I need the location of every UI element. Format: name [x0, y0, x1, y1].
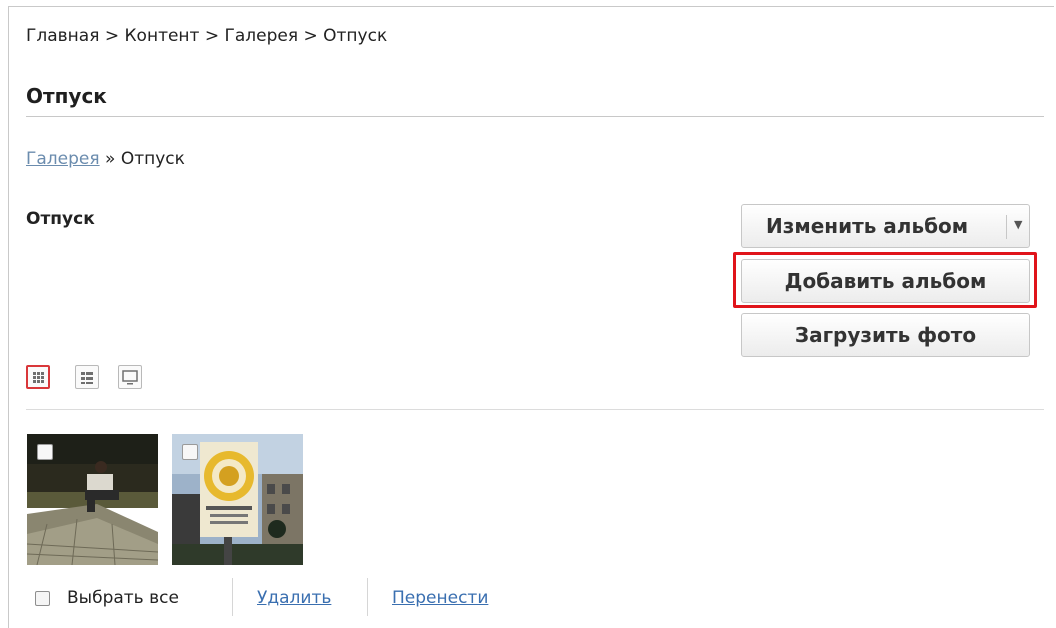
footer-divider: [232, 578, 233, 616]
breadcrumb-link-gallery[interactable]: Галерея: [26, 149, 100, 169]
breadcrumb-current: Отпуск: [120, 149, 185, 169]
grid-view-icon[interactable]: [26, 365, 50, 389]
move-link[interactable]: Перенести: [392, 588, 488, 608]
split-divider: [1006, 215, 1007, 239]
slideshow-view-icon[interactable]: [118, 365, 142, 389]
chevron-down-icon[interactable]: ▼: [1014, 218, 1022, 231]
section-divider: [26, 409, 1044, 410]
album-title: Отпуск: [26, 209, 95, 229]
photo-checkbox[interactable]: [37, 444, 53, 460]
select-all-label[interactable]: Выбрать все: [67, 588, 179, 608]
edit-album-label: Изменить альбом: [766, 214, 969, 238]
select-all-checkbox[interactable]: [35, 591, 50, 606]
add-album-button[interactable]: Добавить альбом: [741, 259, 1030, 303]
upload-photo-button[interactable]: Загрузить фото: [741, 313, 1030, 357]
photo-thumbnail[interactable]: [27, 434, 158, 565]
top-breadcrumb: Главная > Контент > Галерея > Отпуск: [26, 26, 388, 46]
edit-album-button[interactable]: Изменить альбом ▼: [741, 204, 1030, 248]
delete-link[interactable]: Удалить: [257, 588, 331, 608]
page-title: Отпуск: [26, 84, 107, 108]
gallery-breadcrumb: Галерея » Отпуск: [26, 149, 185, 169]
breadcrumb-separator: »: [99, 149, 121, 169]
footer-divider: [367, 578, 368, 616]
photo-thumbnail[interactable]: [172, 434, 303, 565]
title-divider: [26, 116, 1044, 117]
list-view-icon[interactable]: [75, 365, 99, 389]
photo-checkbox[interactable]: [182, 444, 198, 460]
